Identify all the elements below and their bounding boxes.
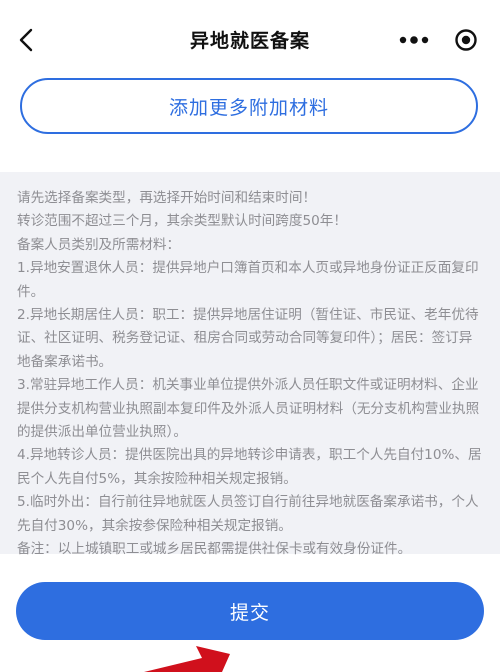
- add-more-materials-button[interactable]: 添加更多附加材料: [20, 78, 478, 134]
- instruction-line: 备案人员类别及所需材料：: [17, 236, 181, 253]
- instruction-line: 转诊范围不超过三个月，其余类型默认时间跨度50年！: [17, 213, 347, 230]
- miniapp-capsule: [392, 22, 488, 58]
- red-arrow-annotation: [144, 646, 230, 672]
- submit-button[interactable]: 提交: [16, 582, 484, 640]
- instructions-text: 请先选择备案类型，再选择开始时间和结束时间！ 转诊范围不超过三个月，其余类型默认…: [0, 172, 500, 562]
- record-target-icon[interactable]: [444, 22, 488, 58]
- instruction-line: 备注：以上城镇职工或城乡居民都需提供社保卡或有效身份证件。: [17, 541, 412, 558]
- instruction-line: 5.临时外出：自行前往异地就医人员签订自行前往异地就医备案承诺书，个人先自付30…: [17, 494, 479, 534]
- instruction-line: 请先选择备案类型，再选择开始时间和结束时间！: [17, 190, 317, 206]
- more-dots-icon[interactable]: [392, 22, 436, 58]
- instruction-line: 4.异地转诊人员：提供医院出具的异地转诊申请表，职工个人先自付10%、居民个人先…: [17, 447, 482, 487]
- instruction-line: 2.异地长期居住人员：职工：提供异地居住证明（暂住证、市民证、老年优待证、社区证…: [17, 307, 479, 370]
- navigation-bar: 异地就医备案: [0, 0, 500, 80]
- instruction-line: 3.常驻异地工作人员：机关事业单位提供外派人员任职文件或证明材料、企业提供分支机…: [17, 377, 480, 441]
- instruction-line: 1.异地安置退休人员：提供异地户口簿首页和本人页或异地身份证正反面复印件。: [17, 260, 479, 300]
- instructions-panel: 请先选择备案类型，再选择开始时间和结束时间！ 转诊范围不超过三个月，其余类型默认…: [0, 172, 500, 557]
